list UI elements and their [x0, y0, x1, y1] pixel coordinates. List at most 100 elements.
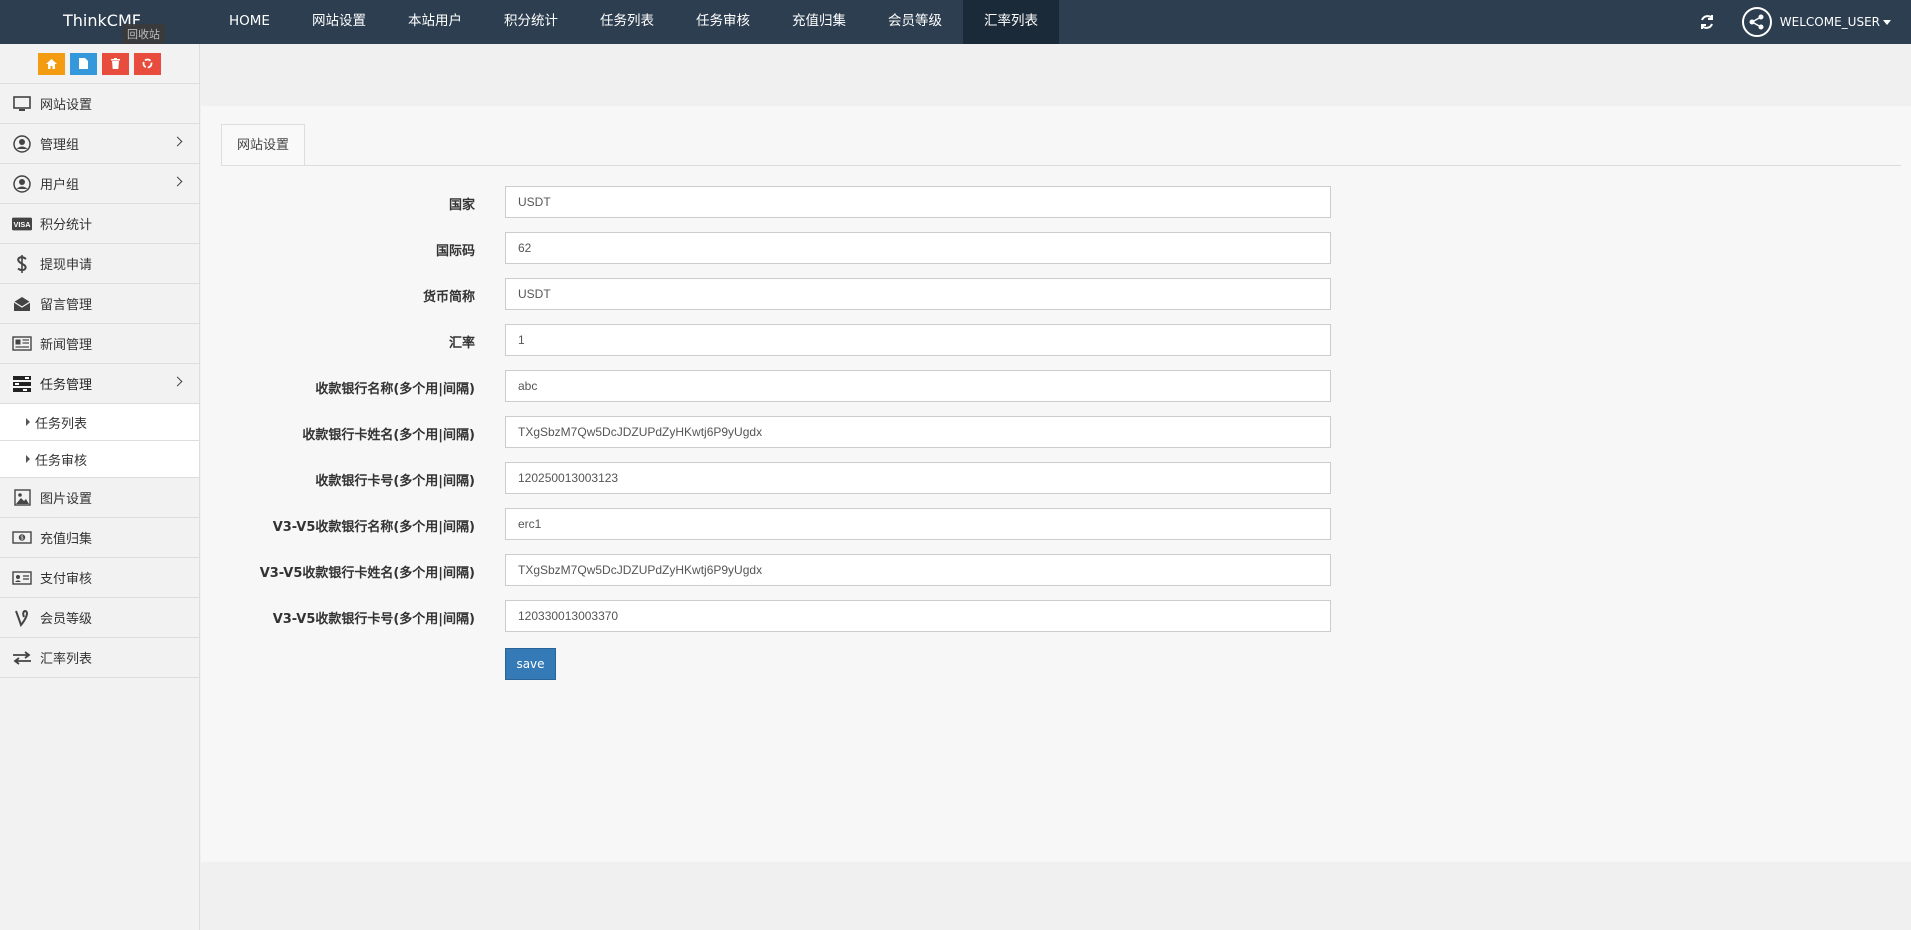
- sidebar-item-points[interactable]: VISA 积分统计: [0, 204, 199, 244]
- sidebar-item-admin-group[interactable]: 管理组: [0, 124, 199, 164]
- recycle-icon[interactable]: [134, 52, 161, 75]
- field-label: V3-V5收款银行卡号(多个用|间隔): [272, 612, 475, 627]
- sidebar-item-label: 图片设置: [40, 492, 93, 507]
- v3v5-bank-name-input[interactable]: [505, 508, 1331, 540]
- form-row-v3v5-card-number: V3-V5收款银行卡号(多个用|间隔): [201, 600, 1601, 632]
- field-label: V3-V5收款银行卡姓名(多个用|间隔): [259, 566, 475, 581]
- image-icon: [12, 488, 32, 508]
- user-name[interactable]: WELCOME_USER: [1780, 15, 1880, 29]
- topbar-right: WELCOME_USER: [1698, 0, 1891, 44]
- file-icon[interactable]: [70, 52, 97, 75]
- sidebar-subitem-task-review[interactable]: 任务审核: [0, 441, 199, 478]
- field-label: 汇率: [448, 336, 475, 351]
- chevron-right-icon: [172, 376, 183, 387]
- caret-down-icon[interactable]: [1883, 19, 1891, 25]
- sidebar-item-label: 充值归集: [40, 532, 93, 547]
- form-row-bank-name: 收款银行名称(多个用|间隔): [201, 370, 1601, 402]
- sidebar-item-label: 留言管理: [40, 298, 93, 313]
- sidebar-item-task-management[interactable]: 任务管理: [0, 364, 199, 404]
- sidebar-item-messages[interactable]: 留言管理: [0, 284, 199, 324]
- sidebar-item-payment-review[interactable]: 支付审核: [0, 558, 199, 598]
- monitor-icon: [12, 94, 32, 114]
- chevron-right-icon: [172, 136, 183, 147]
- tab-divider: [221, 165, 1901, 166]
- content-panel: 网站设置 国家 国际码 货币简称 汇率 收款银行名称(多个用|间隔): [201, 106, 1911, 862]
- nav-recharge[interactable]: 充值归集: [771, 0, 867, 44]
- sidebar-subitem-task-list[interactable]: 任务列表: [0, 404, 199, 441]
- sidebar-item-label: 管理组: [40, 138, 80, 153]
- sidebar-item-withdraw[interactable]: 提现申请: [0, 244, 199, 284]
- sidebar-item-label: 任务管理: [40, 378, 93, 393]
- avatar[interactable]: [1741, 7, 1772, 37]
- chevron-right-icon: [172, 176, 183, 187]
- exchange-rate-input[interactable]: [505, 324, 1331, 356]
- refresh-icon[interactable]: [1698, 13, 1716, 31]
- field-label: 收款银行名称(多个用|间隔): [315, 382, 475, 397]
- sidebar-item-site-settings[interactable]: 网站设置: [0, 84, 199, 124]
- save-button[interactable]: save: [505, 648, 556, 680]
- nav-member-levels[interactable]: 会员等级: [867, 0, 963, 44]
- nav-home[interactable]: HOME: [208, 0, 291, 44]
- nav-users[interactable]: 本站用户: [387, 0, 483, 44]
- trash-icon[interactable]: [102, 52, 129, 75]
- sidebar-item-label: 提现申请: [40, 258, 93, 273]
- top-navbar: ThinkCMF HOME 网站设置 本站用户 积分统计 任务列表 任务审核 充…: [0, 0, 1911, 44]
- form-row-intl-code: 国际码: [201, 232, 1601, 264]
- money-icon: $: [12, 528, 32, 548]
- caret-right-icon: [26, 418, 30, 426]
- svg-text:$: $: [21, 535, 24, 541]
- intl-code-input[interactable]: [505, 232, 1331, 264]
- v3v5-card-number-input[interactable]: [505, 600, 1331, 632]
- user-circle-icon: [12, 134, 32, 154]
- sidebar: 回收站 网站设置 管理组 用户组 VISA 积分统计 提现申请 留言管理 新闻管…: [0, 24, 200, 930]
- form-row-card-number: 收款银行卡号(多个用|间隔): [201, 462, 1601, 494]
- nav-task-review[interactable]: 任务审核: [675, 0, 771, 44]
- form-row-currency-code: 货币简称: [201, 278, 1601, 310]
- v3v5-card-holder-input[interactable]: [505, 554, 1331, 586]
- sidebar-item-label: 用户组: [40, 178, 80, 193]
- vine-icon: [12, 608, 32, 628]
- svg-text:VISA: VISA: [14, 220, 32, 229]
- sidebar-item-label: 支付审核: [40, 572, 93, 587]
- sidebar-item-recharge[interactable]: $ 充值归集: [0, 518, 199, 558]
- nav-points[interactable]: 积分统计: [483, 0, 579, 44]
- card-holder-input[interactable]: [505, 416, 1331, 448]
- dollar-icon: [12, 254, 32, 274]
- field-label: 国家: [448, 198, 475, 213]
- nav-task-list[interactable]: 任务列表: [579, 0, 675, 44]
- top-nav: HOME 网站设置 本站用户 积分统计 任务列表 任务审核 充值归集 会员等级 …: [208, 0, 1059, 44]
- field-label: 收款银行卡号(多个用|间隔): [315, 474, 475, 489]
- sidebar-subitem-label: 任务审核: [35, 453, 88, 469]
- form-row-card-holder: 收款银行卡姓名(多个用|间隔): [201, 416, 1601, 448]
- sidebar-item-label: 会员等级: [40, 612, 93, 627]
- card-number-input[interactable]: [505, 462, 1331, 494]
- nav-site-settings[interactable]: 网站设置: [291, 0, 387, 44]
- tooltip: 回收站: [122, 24, 165, 44]
- country-input[interactable]: [505, 186, 1331, 218]
- sidebar-item-image-settings[interactable]: 图片设置: [0, 478, 199, 518]
- tab-site-settings[interactable]: 网站设置: [221, 124, 306, 166]
- home-icon[interactable]: [38, 52, 65, 75]
- currency-code-input[interactable]: [505, 278, 1331, 310]
- exchange-icon: [12, 648, 32, 668]
- main-content: 网站设置 国家 国际码 货币简称 汇率 收款银行名称(多个用|间隔): [201, 44, 1911, 930]
- field-label: 货币简称: [422, 290, 475, 305]
- sidebar-subitem-label: 任务列表: [35, 416, 88, 432]
- sidebar-item-exchange-rates[interactable]: 汇率列表: [0, 638, 199, 678]
- sidebar-item-label: 网站设置: [40, 98, 93, 113]
- envelope-open-icon: [12, 294, 32, 314]
- field-label: V3-V5收款银行名称(多个用|间隔): [272, 520, 475, 535]
- field-label: 收款银行卡姓名(多个用|间隔): [302, 428, 475, 443]
- form-row-country: 国家: [201, 186, 1601, 218]
- visa-card-icon: VISA: [12, 214, 32, 234]
- sidebar-item-label: 新闻管理: [40, 338, 93, 353]
- form-row-v3v5-bank-name: V3-V5收款银行名称(多个用|间隔): [201, 508, 1601, 540]
- newspaper-icon: [12, 334, 32, 354]
- tasks-icon: [12, 374, 32, 394]
- sidebar-item-member-levels[interactable]: 会员等级: [0, 598, 199, 638]
- bank-name-input[interactable]: [505, 370, 1331, 402]
- user-circle-icon: [12, 174, 32, 194]
- sidebar-item-news[interactable]: 新闻管理: [0, 324, 199, 364]
- nav-exchange-rates[interactable]: 汇率列表: [962, 0, 1059, 44]
- sidebar-item-user-group[interactable]: 用户组: [0, 164, 199, 204]
